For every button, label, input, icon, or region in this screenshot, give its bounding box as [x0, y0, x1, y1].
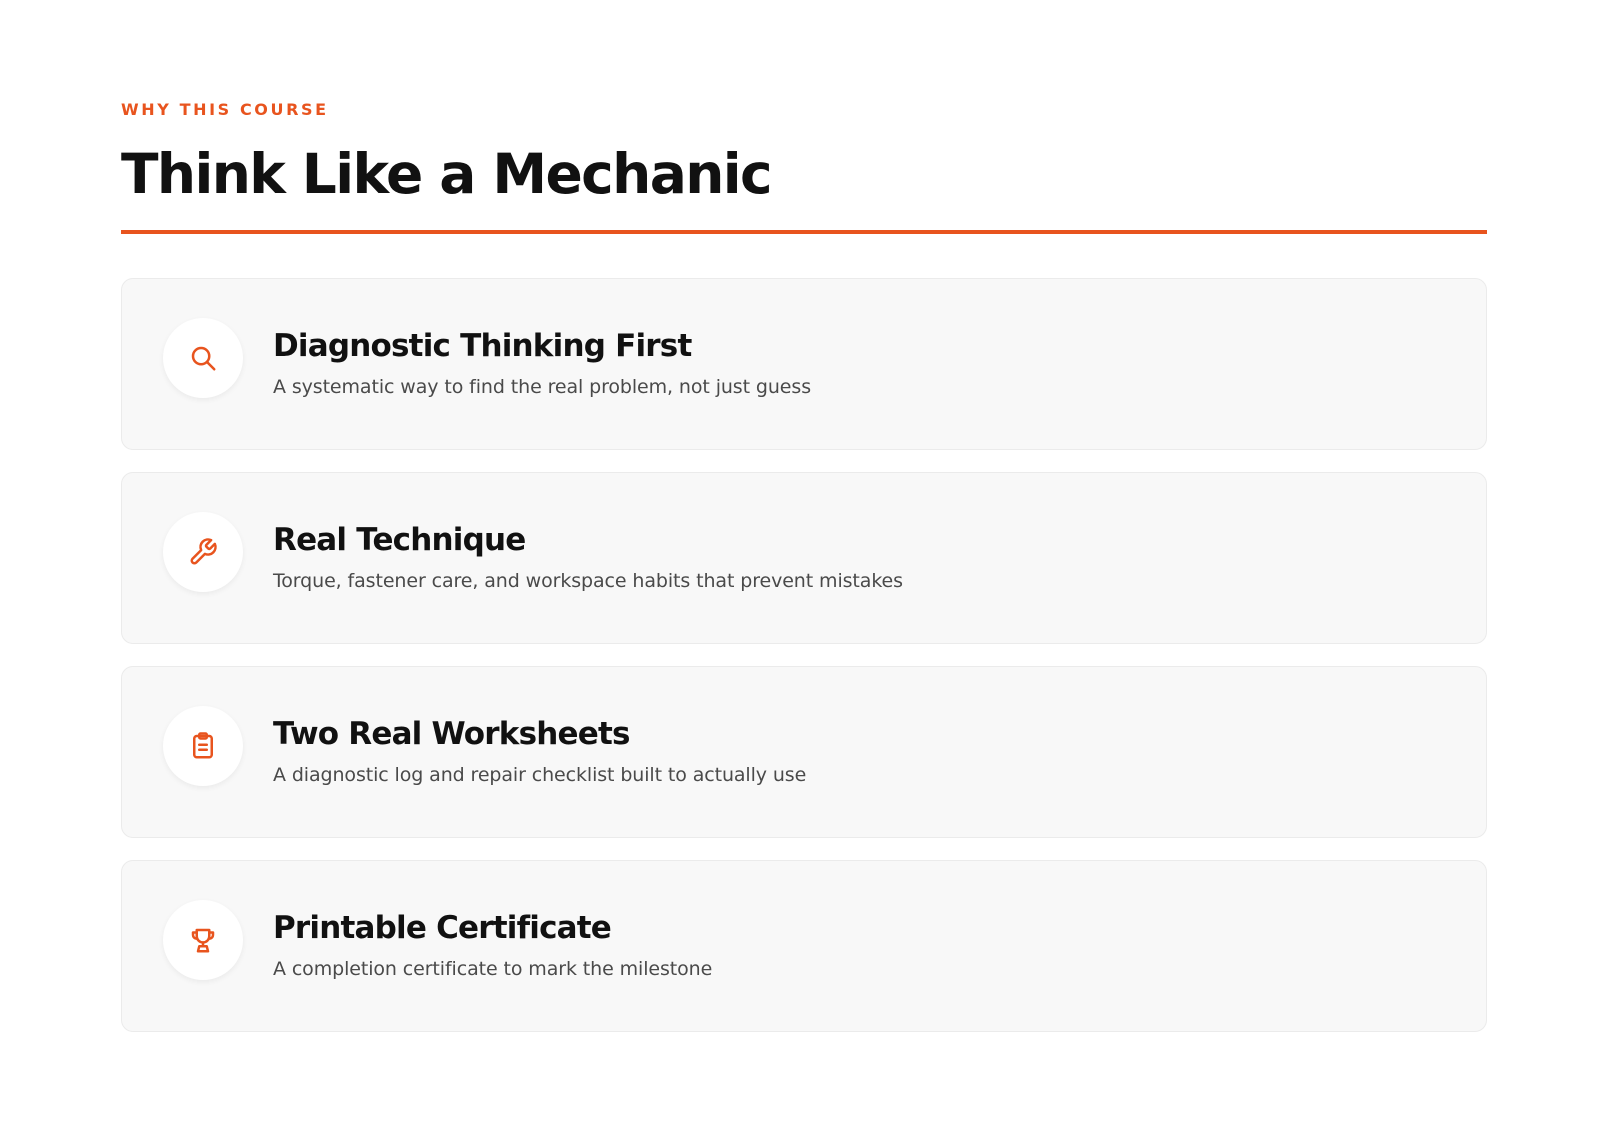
feature-icon-badge [163, 900, 243, 980]
section-title: Think Like a Mechanic [121, 142, 773, 206]
feature-text: Real Technique Torque, fastener care, an… [273, 520, 1456, 594]
feature-description: A systematic way to find the real proble… [273, 376, 811, 398]
feature-card-diagnostic: Diagnostic Thinking First A systematic w… [121, 278, 1487, 450]
feature-card-technique: Real Technique Torque, fastener care, an… [121, 472, 1487, 644]
feature-description: Torque, fastener care, and workspace hab… [273, 570, 903, 592]
section-eyebrow: WHY THIS COURSE [121, 100, 329, 119]
feature-text: Two Real Worksheets A diagnostic log and… [273, 714, 1456, 788]
why-this-course-section: WHY THIS COURSE Think Like a Mechanic Di… [121, 99, 1487, 1054]
feature-card-worksheets: Two Real Worksheets A diagnostic log and… [121, 666, 1487, 838]
feature-card-certificate: Printable Certificate A completion certi… [121, 860, 1487, 1032]
search-icon [191, 346, 216, 371]
feature-text: Diagnostic Thinking First A systematic w… [273, 326, 1456, 400]
feature-title: Printable Certificate [273, 910, 612, 946]
feature-icon-badge [163, 512, 243, 592]
trophy-icon [191, 928, 215, 953]
feature-description: A completion certificate to mark the mil… [273, 958, 713, 980]
feature-title: Two Real Worksheets [273, 716, 630, 752]
wrench-icon [190, 538, 217, 565]
title-underline [121, 230, 1487, 234]
clipboard-icon [193, 732, 213, 759]
feature-title: Diagnostic Thinking First [273, 328, 692, 364]
feature-icon-badge [163, 706, 243, 786]
feature-title: Real Technique [273, 522, 526, 558]
feature-list: Diagnostic Thinking First A systematic w… [121, 278, 1487, 1032]
feature-description: A diagnostic log and repair checklist bu… [273, 764, 807, 786]
feature-icon-badge [163, 318, 243, 398]
feature-text: Printable Certificate A completion certi… [273, 908, 1456, 982]
